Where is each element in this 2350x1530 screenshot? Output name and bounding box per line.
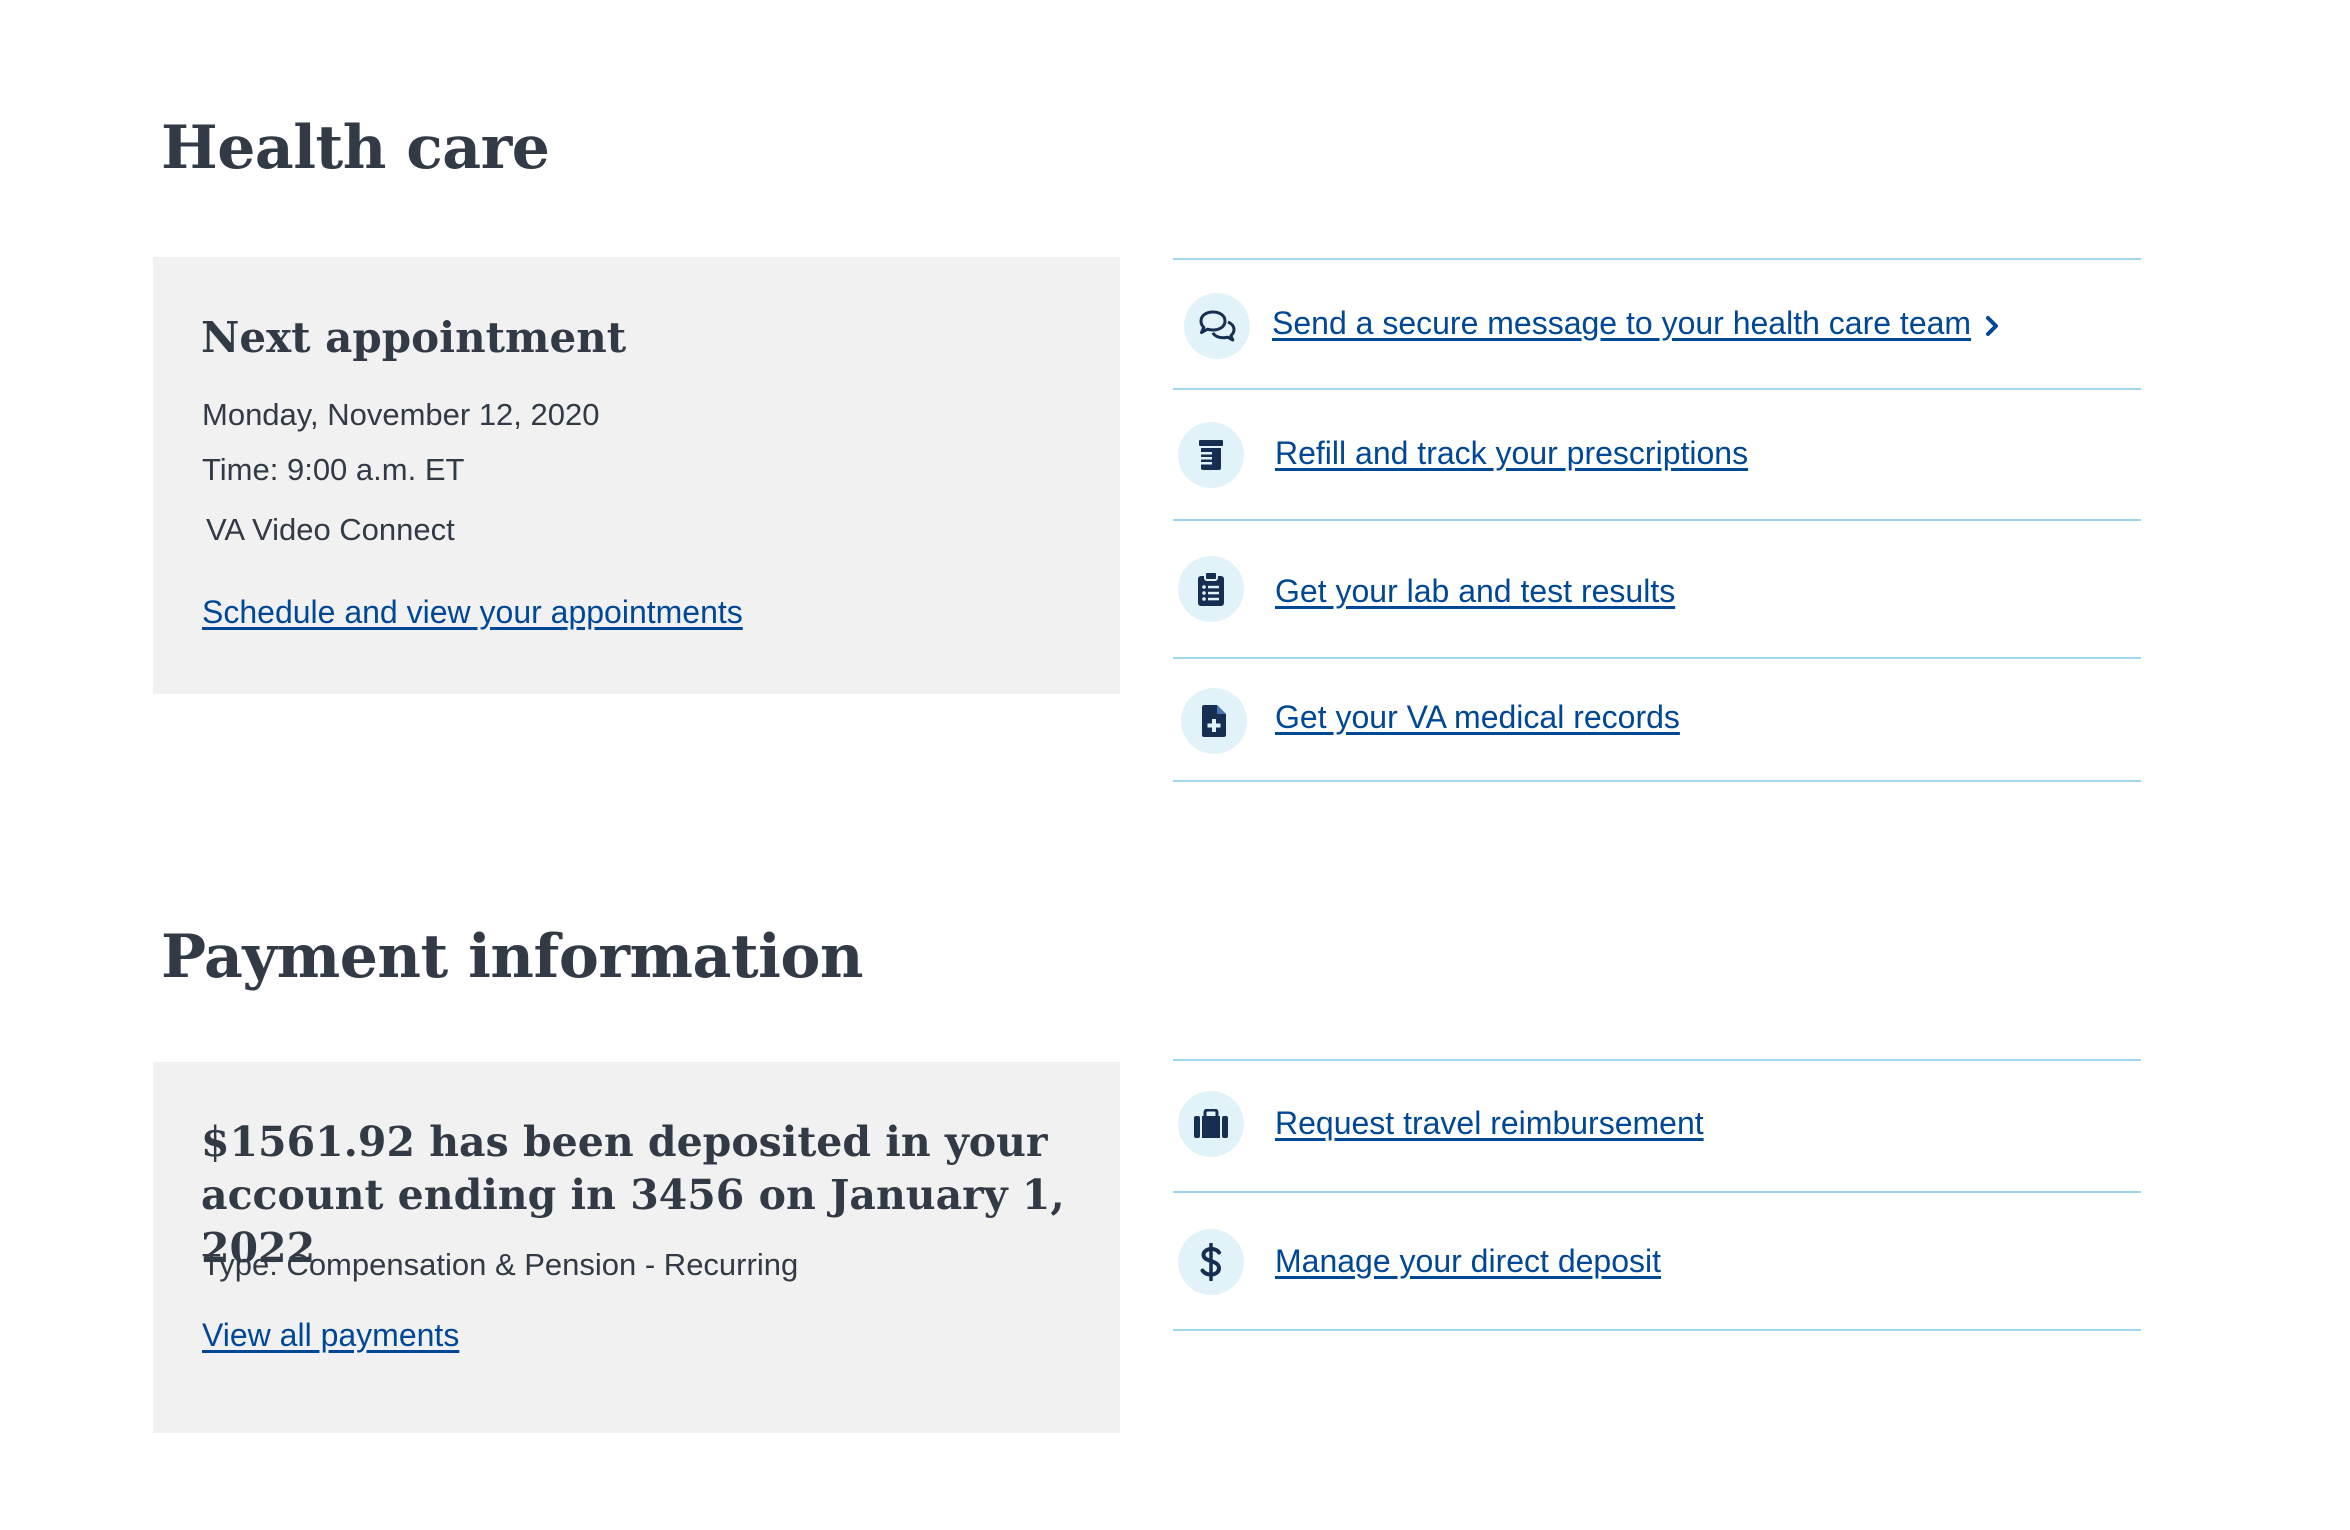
view-all-payments-link[interactable]: View all payments [202,1317,459,1354]
travel-reimbursement-link[interactable]: Request travel reimbursement [1275,1105,1704,1142]
direct-deposit-link-row[interactable]: Manage your direct deposit [1173,1193,2141,1331]
medical-records-link[interactable]: Get your VA medical records [1275,699,1680,736]
suitcase-icon [1178,1091,1244,1157]
messages-icon [1184,293,1250,359]
health-care-links: Send a secure message to your health car… [1173,258,2141,782]
payment-information-heading: Payment information [161,922,864,992]
prescriptions-link-row[interactable]: Refill and track your prescriptions [1173,390,2141,521]
secure-message-link[interactable]: Send a secure message to your health car… [1272,305,1999,342]
prescription-bottle-icon [1178,422,1244,488]
schedule-appointments-link[interactable]: Schedule and view your appointments [202,594,743,631]
secure-message-link-label[interactable]: Send a secure message to your health car… [1272,305,1971,341]
lab-results-link[interactable]: Get your lab and test results [1275,573,1675,610]
lab-results-link-row[interactable]: Get your lab and test results [1173,521,2141,659]
direct-deposit-link[interactable]: Manage your direct deposit [1275,1243,1661,1280]
appointment-date: Monday, November 12, 2020 [202,397,600,432]
next-appointment-card: Next appointment Monday, November 12, 20… [153,257,1120,694]
next-appointment-heading: Next appointment [201,313,627,362]
chevron-right-icon [1986,315,1999,336]
appointment-time: Time: 9:00 a.m. ET [202,452,465,487]
medical-records-link-row[interactable]: Get your VA medical records [1173,659,2141,782]
deposit-card: $1561.92 has been deposited in your acco… [153,1062,1120,1433]
prescriptions-link[interactable]: Refill and track your prescriptions [1275,435,1748,472]
medical-file-icon [1181,688,1247,754]
payment-links: Request travel reimbursement Manage your… [1173,1059,2141,1331]
payment-type: Type: Compensation & Pension - Recurring [202,1247,799,1282]
health-care-heading: Health care [161,113,550,183]
dollar-sign-icon [1178,1229,1244,1295]
clipboard-list-icon [1178,556,1244,622]
appointment-location: VA Video Connect [206,512,455,547]
travel-reimbursement-link-row[interactable]: Request travel reimbursement [1173,1061,2141,1193]
secure-message-link-row[interactable]: Send a secure message to your health car… [1173,260,2141,390]
